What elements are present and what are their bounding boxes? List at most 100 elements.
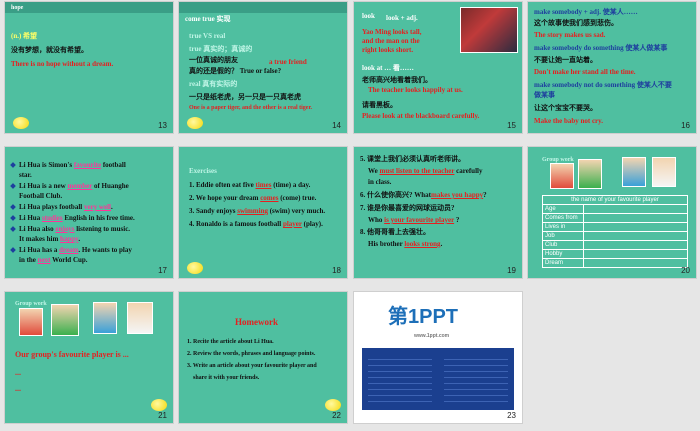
chinese-text: 这个故事使我们感到悲伤。 xyxy=(534,19,618,27)
row-label: Age xyxy=(542,204,584,214)
sentence-text: of Huanghe xyxy=(93,182,129,190)
subheading: true VS real xyxy=(189,32,226,40)
slide-18[interactable]: Exercises 1. Eddie often eat five times … xyxy=(178,146,348,279)
pattern: make somebody + adj. 使某人…… xyxy=(534,8,638,16)
player-info-table: the name of your favourite player Age Co… xyxy=(542,195,688,268)
bullet-icon xyxy=(10,215,16,222)
task-item: share it with your friends. xyxy=(193,375,260,381)
promo-list-right xyxy=(444,354,508,404)
fill-answer: member xyxy=(67,182,93,190)
fill-answer: studies xyxy=(41,214,63,222)
fill-answer: makes you happy xyxy=(430,191,484,199)
sentence-text: . He wants to play xyxy=(78,246,132,254)
table-row: Club xyxy=(542,240,688,250)
english-text: and the man on the xyxy=(362,37,420,45)
sentence-text: listening to music. xyxy=(76,225,131,233)
chinese-text: 请看黑板。 xyxy=(362,101,397,109)
fill-answer: times xyxy=(255,181,272,189)
sentence-text: Li Hua has a xyxy=(19,246,58,254)
slide-20[interactable]: Group work the name of your favourite pl… xyxy=(527,146,697,279)
sentence-text: (time) a day. xyxy=(273,181,311,189)
slide-number: 19 xyxy=(507,266,516,275)
slide-16[interactable]: make somebody + adj. 使某人…… 这个故事使我们感到悲伤。 … xyxy=(527,1,697,134)
fill-answer: player xyxy=(282,220,302,228)
row-value[interactable] xyxy=(583,222,688,232)
slide-number: 18 xyxy=(332,266,341,275)
lemon-icon xyxy=(187,262,203,274)
bullet-icon xyxy=(10,204,16,211)
fill-answer: swimming xyxy=(237,207,268,215)
slide-22[interactable]: Homework 1. Recite the article about Li … xyxy=(178,291,348,424)
sentence-text: . xyxy=(440,240,443,248)
logo-text: 第1PPT xyxy=(388,306,459,328)
sentence-text: star. xyxy=(19,171,32,179)
sentence-text: (swim) very much. xyxy=(269,207,326,215)
bullet-icon xyxy=(10,247,16,254)
row-value[interactable] xyxy=(583,231,688,241)
sentence-text: in the xyxy=(19,256,36,264)
sentence-text: Li Hua xyxy=(19,214,41,222)
question-text: 5. 课堂上我们必须认真听老师讲。 xyxy=(360,155,465,163)
sentence-text: . xyxy=(78,235,81,243)
row-value[interactable] xyxy=(583,240,688,250)
table-row: Age xyxy=(542,204,688,214)
chinese-text: 不要让她一直站着。 xyxy=(534,56,597,64)
sentence-text: We xyxy=(368,167,378,175)
logo-url: www.1ppt.com xyxy=(414,333,450,339)
table-row: Comes from xyxy=(542,213,688,223)
slide-23[interactable]: 第1PPT www.1ppt.com 23 xyxy=(353,291,523,424)
row-value[interactable] xyxy=(583,213,688,223)
english-text: Don't make her stand all the time. xyxy=(534,68,636,76)
prompt-text: Our group's favourite player is ... xyxy=(15,350,129,359)
fill-answer: comes xyxy=(260,194,279,202)
sentence-text: Li Hua is a new xyxy=(19,182,66,190)
promo-list-left xyxy=(368,354,432,404)
sentence-text: Football Club. xyxy=(19,192,63,200)
word-title: look xyxy=(362,12,375,20)
homework-heading: Homework xyxy=(235,317,278,327)
slide-14[interactable]: come true 实现 true VS real true 真实的；真诚的 一… xyxy=(178,1,348,134)
fill-answer: next xyxy=(37,256,51,264)
chinese-sentence: 没有梦想，就没有希望。 xyxy=(11,46,88,54)
lemon-icon xyxy=(151,399,167,411)
slide-number: 20 xyxy=(681,266,690,275)
row-label: Lives in xyxy=(542,222,584,232)
player-photo-4 xyxy=(127,302,153,334)
sentence-text: World Cup. xyxy=(52,256,88,264)
slide-17[interactable]: Li Hua is Simon's favourite football sta… xyxy=(4,146,174,279)
sentence-text: (play). xyxy=(303,220,323,228)
row-value[interactable] xyxy=(583,204,688,214)
player-photo-2 xyxy=(51,304,79,336)
fill-answer: very well xyxy=(83,203,111,211)
slide-number: 13 xyxy=(158,121,167,130)
slide-15[interactable]: look look + adj. Yao Ming looks tall, an… xyxy=(353,1,523,134)
pattern: make somebody not do something 使某人不要 xyxy=(534,81,672,89)
chinese-text: 真的还是假的？ True or false? xyxy=(189,67,282,75)
row-value[interactable] xyxy=(583,249,688,259)
prompt-text: ... xyxy=(15,368,21,377)
chinese-text: 让这个宝宝不要哭。 xyxy=(534,104,597,112)
fill-answer: dream xyxy=(59,246,79,254)
slide-13[interactable]: hope (n.) 希望 没有梦想，就没有希望。 There is no hop… xyxy=(4,1,174,134)
sentence-text: It makes him xyxy=(19,235,59,243)
english-text: The story makes us sad. xyxy=(534,31,606,39)
row-value[interactable] xyxy=(583,258,688,268)
pattern: 做某事 xyxy=(534,91,555,99)
english-text: right looks short. xyxy=(362,46,414,54)
exercise-heading: Exercises xyxy=(189,167,217,175)
fill-answer: enjoys xyxy=(55,225,75,233)
yao-ming-photo xyxy=(460,7,518,53)
english-sentence: There is no hope without a dream. xyxy=(11,60,114,68)
question-text: 8. 他哥哥看上去强壮。 xyxy=(360,228,430,236)
slide-21[interactable]: Group work Our group's favourite player … xyxy=(4,291,174,424)
table-row: Dream xyxy=(542,258,688,268)
slide-19[interactable]: 5. 课堂上我们必须认真听老师讲。 We must listen to the … xyxy=(353,146,523,279)
sentence-text: ? xyxy=(483,191,487,199)
lemon-icon xyxy=(187,117,203,129)
sentence-text: . xyxy=(110,203,113,211)
task-item: 1. Recite the article about Li Hua. xyxy=(187,339,274,345)
sentence-text: Li Hua also xyxy=(19,225,54,233)
question-text: 6. 什么使你高兴? What xyxy=(360,191,431,199)
task-item: 3. Write an article about your favourite… xyxy=(187,363,317,369)
definition: real 真有实际的 xyxy=(189,80,238,88)
